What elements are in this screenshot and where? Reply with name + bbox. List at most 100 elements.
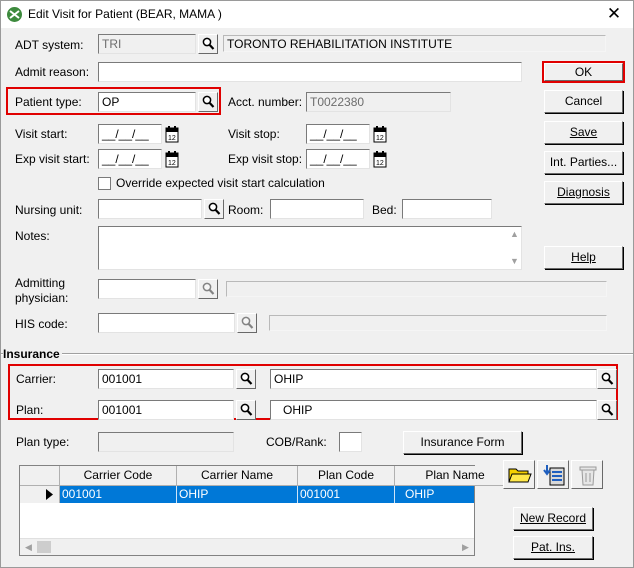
column-header-plan-name[interactable]: Plan Name (395, 466, 515, 486)
window-title: Edit Visit for Patient (BEAR, MAMA ) (28, 7, 222, 21)
scroll-right-icon[interactable]: ▶ (462, 542, 469, 553)
cancel-button[interactable]: Cancel (544, 90, 623, 113)
room-field[interactable] (270, 199, 364, 219)
import-icon (543, 465, 565, 486)
svg-text:12: 12 (376, 160, 384, 167)
carrier-lookup-button[interactable] (236, 369, 256, 389)
title-bar: Edit Visit for Patient (BEAR, MAMA ) ✕ (1, 1, 633, 28)
adt-system-field[interactable]: TRI (98, 34, 196, 54)
insurance-form-button[interactable]: Insurance Form (403, 431, 522, 454)
table-horizontal-scrollbar[interactable]: ◀ ▶ (20, 538, 474, 555)
magnifier-icon (601, 372, 614, 385)
notes-scroll-up-icon[interactable]: ▲ (510, 229, 519, 239)
room-label: Room: (228, 203, 264, 217)
admit-reason-field[interactable] (98, 62, 522, 82)
admitting-physician-description (226, 281, 607, 297)
notes-scroll-down-icon[interactable]: ▼ (510, 256, 519, 266)
calendar-icon: 12 (165, 151, 179, 168)
bed-label: Bed: (372, 203, 397, 217)
ok-button[interactable]: OK (544, 63, 623, 81)
new-record-button[interactable]: New Record (513, 507, 593, 530)
plan-name-lookup-button[interactable] (597, 400, 617, 420)
exp-visit-stop-label: Exp visit stop: (228, 152, 303, 166)
nursing-unit-label: Nursing unit: (15, 203, 83, 217)
admitting-physician-field[interactable] (98, 279, 196, 299)
magnifier-icon (202, 37, 215, 50)
his-code-lookup-button[interactable] (237, 313, 257, 333)
visit-stop-field[interactable]: __/__/__ (306, 124, 370, 144)
bed-field[interactable] (402, 199, 492, 219)
open-folder-button[interactable] (503, 460, 535, 489)
table-cell-plan-code[interactable]: 001001 (298, 486, 395, 503)
scroll-left-icon[interactable]: ◀ (25, 542, 32, 553)
close-icon[interactable]: ✕ (599, 2, 629, 26)
exp-visit-stop-calendar-button[interactable]: 12 (373, 150, 387, 168)
row-pointer-icon (46, 489, 53, 500)
patient-type-field[interactable]: OP (98, 92, 196, 112)
patient-type-label: Patient type: (15, 95, 82, 109)
column-header-carrier-name[interactable]: Carrier Name (177, 466, 298, 486)
calendar-icon: 12 (373, 126, 387, 143)
nursing-unit-field[interactable] (98, 199, 202, 219)
carrier-label: Carrier: (16, 372, 57, 386)
table-cell-carrier-code[interactable]: 001001 (60, 486, 177, 503)
exp-visit-start-field[interactable]: __/__/__ (98, 149, 162, 169)
calendar-icon: 12 (165, 126, 179, 143)
row-indicator[interactable] (20, 486, 60, 503)
his-code-description (269, 315, 607, 331)
int-parties-button[interactable]: Int. Parties... (544, 151, 623, 174)
patient-type-lookup-button[interactable] (198, 92, 218, 112)
acct-number-field: T0022380 (306, 92, 451, 112)
plan-code-field[interactable]: 001001 (98, 400, 234, 420)
insurance-separator (1, 353, 633, 355)
carrier-name-field[interactable]: OHIP (270, 369, 597, 389)
column-header-carrier-code[interactable]: Carrier Code (60, 466, 177, 486)
plan-lookup-button[interactable] (236, 400, 256, 420)
his-code-field[interactable] (98, 313, 235, 333)
column-header-plan-code[interactable]: Plan Code (298, 466, 395, 486)
notes-field[interactable] (98, 226, 522, 270)
table-cell-plan-name[interactable]: OHIP (395, 486, 474, 503)
scroll-thumb[interactable] (37, 541, 51, 553)
plan-label: Plan: (16, 403, 44, 417)
nursing-unit-lookup-button[interactable] (204, 199, 224, 219)
insurance-table[interactable]: Carrier Code Carrier Name Plan Code Plan… (19, 465, 515, 556)
carrier-code-field[interactable]: 001001 (98, 369, 234, 389)
import-button[interactable] (537, 460, 569, 489)
adt-lookup-button[interactable] (198, 34, 218, 54)
acct-number-label: Acct. number: (228, 95, 303, 109)
magnifier-icon (240, 403, 253, 416)
edit-visit-dialog: Edit Visit for Patient (BEAR, MAMA ) ✕ A… (0, 0, 634, 568)
magnifier-icon (240, 372, 253, 385)
cob-rank-field[interactable] (339, 432, 362, 452)
visit-stop-label: Visit stop: (228, 127, 280, 141)
visit-start-label: Visit start: (15, 127, 68, 141)
delete-record-button[interactable] (571, 460, 603, 489)
exp-visit-start-calendar-button[interactable]: 12 (165, 150, 179, 168)
diagnosis-button[interactable]: Diagnosis (544, 181, 623, 204)
cob-rank-label: COB/Rank: (266, 435, 327, 449)
table-cell-carrier-name[interactable]: OHIP (177, 486, 298, 503)
admitting-physician-label-line2: physician: (15, 291, 69, 305)
override-checkbox[interactable] (98, 177, 111, 190)
plan-name-field[interactable]: OHIP (270, 400, 597, 420)
magnifier-icon (202, 95, 215, 108)
visit-start-field[interactable]: __/__/__ (98, 124, 162, 144)
exp-visit-stop-field[interactable]: __/__/__ (306, 149, 370, 169)
svg-text:12: 12 (376, 135, 384, 142)
notes-label: Notes: (15, 229, 50, 243)
visit-start-calendar-button[interactable]: 12 (165, 125, 179, 143)
magnifier-icon (241, 316, 254, 329)
his-code-label: HIS code: (15, 317, 68, 331)
adt-system-description: TORONTO REHABILITATION INSTITUTE (223, 35, 606, 52)
save-button[interactable]: Save (544, 121, 623, 144)
carrier-name-lookup-button[interactable] (597, 369, 617, 389)
override-label[interactable]: Override expected visit start calculatio… (116, 176, 325, 190)
pat-ins-button[interactable]: Pat. Ins. (513, 536, 593, 559)
visit-stop-calendar-button[interactable]: 12 (373, 125, 387, 143)
admitting-physician-lookup-button[interactable] (198, 279, 218, 299)
svg-text:12: 12 (168, 160, 176, 167)
exp-visit-start-label: Exp visit start: (15, 152, 90, 166)
admitting-physician-label-line1: Admitting (15, 276, 66, 290)
help-button[interactable]: Help (544, 246, 623, 269)
